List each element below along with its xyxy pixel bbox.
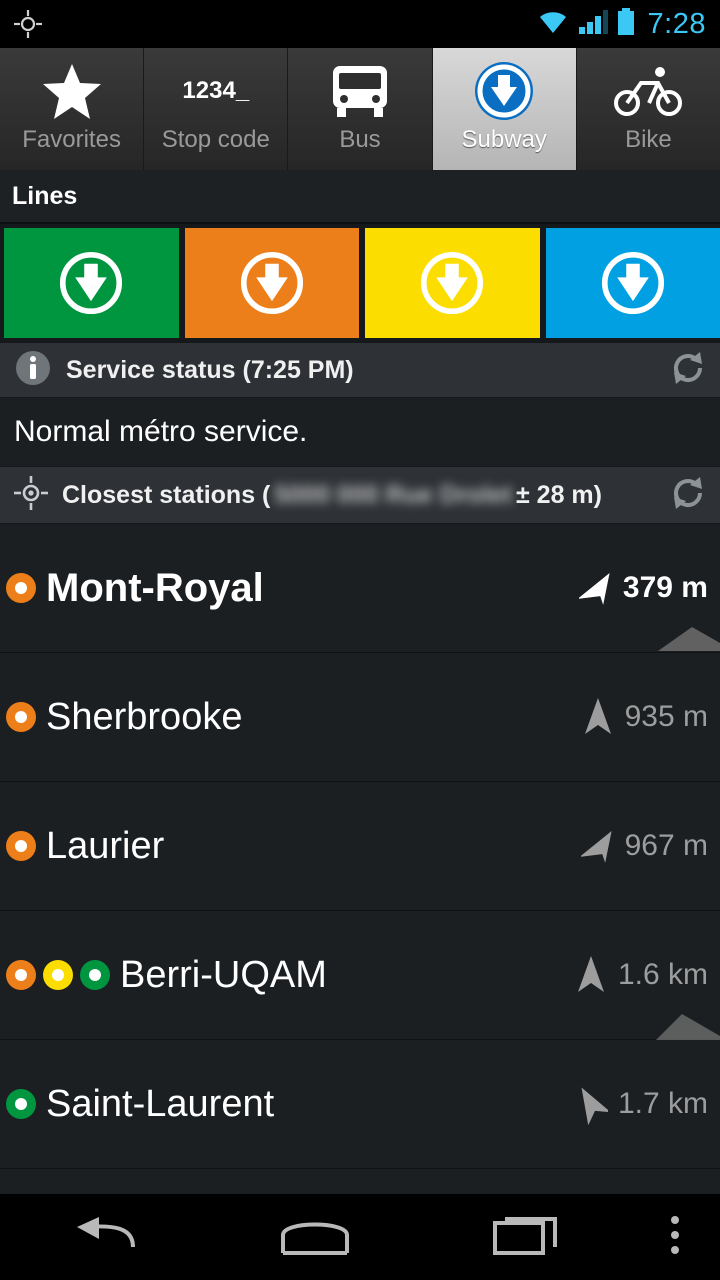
star-icon xyxy=(41,60,103,122)
station-name: Mont-Royal xyxy=(46,565,264,610)
refresh-icon[interactable] xyxy=(670,350,706,391)
bike-icon xyxy=(613,60,683,122)
station-distance: 1.6 km xyxy=(617,958,708,991)
overflow-menu-icon xyxy=(670,1215,680,1260)
line-dots xyxy=(6,960,110,990)
cellular-signal-icon xyxy=(578,9,608,40)
lines-row xyxy=(0,224,720,342)
station-name: Laurier xyxy=(46,824,165,867)
distance-wrap: 1.6 km xyxy=(574,955,708,995)
distance-wrap: 379 m xyxy=(578,568,708,608)
wifi-icon xyxy=(537,9,569,40)
line-orange-button[interactable] xyxy=(184,228,359,338)
line-dots xyxy=(6,831,36,861)
closest-stations-title: Closest stations (5000 000 Rue Drolet ± 2… xyxy=(62,481,602,510)
subway-metro-icon xyxy=(60,251,123,315)
scroll-edge-marker xyxy=(658,617,720,656)
line-dot-orange xyxy=(6,831,36,861)
tab-subway[interactable]: Subway xyxy=(432,48,577,170)
station-row[interactable]: Sherbrooke 935 m xyxy=(0,653,720,782)
tab-stop-code[interactable]: 1234_ Stop code xyxy=(144,48,289,170)
direction-arrow-icon xyxy=(578,568,613,608)
subway-metro-icon xyxy=(601,251,664,315)
clock: 7:28 xyxy=(647,7,706,40)
tab-label: Bus xyxy=(339,126,381,153)
line-dot-orange xyxy=(6,573,36,603)
distance-wrap: 1.7 km xyxy=(574,1084,708,1125)
tab-label: Favorites xyxy=(22,126,121,153)
direction-arrow-icon xyxy=(581,697,615,737)
tab-label: Stop code xyxy=(161,126,270,153)
refresh-icon[interactable] xyxy=(670,475,706,516)
closest-address-redacted: 5000 000 Rue Drolet xyxy=(274,480,512,509)
bus-icon xyxy=(327,60,393,122)
closest-title-suffix: ± 28 m) xyxy=(516,480,602,509)
subway-metro-icon xyxy=(240,251,303,315)
line-dot-yellow xyxy=(43,960,73,990)
tab-label: Subway xyxy=(461,126,547,153)
app-screen: 7:28 Favorites 1234_ Stop code Bus Subwa… xyxy=(0,0,720,1280)
direction-arrow-icon xyxy=(574,1084,608,1125)
gps-fix-icon xyxy=(14,10,42,38)
station-name: Berri-UQAM xyxy=(120,953,327,996)
line-yellow-button[interactable] xyxy=(365,228,540,338)
lines-section-header: Lines xyxy=(0,170,720,224)
recents-icon xyxy=(491,1213,559,1262)
line-dot-orange xyxy=(6,702,36,732)
station-distance: 379 m xyxy=(622,571,708,604)
status-bar-left xyxy=(14,10,42,38)
closest-stations-strip: Closest stations (5000 000 Rue Drolet ± 2… xyxy=(0,466,720,524)
main-tab-bar: Favorites 1234_ Stop code Bus Subway Bik… xyxy=(0,48,720,170)
line-dot-green xyxy=(80,960,110,990)
service-status-title: Service status (7:25 PM) xyxy=(66,355,354,384)
station-row[interactable]: Mont-Royal 379 m xyxy=(0,524,720,653)
subway-metro-icon xyxy=(473,60,535,122)
back-arrow-icon xyxy=(73,1213,137,1262)
distance-wrap: 967 m xyxy=(580,826,708,866)
distance-wrap: 935 m xyxy=(581,697,708,737)
keypad-icon-text: 1234_ xyxy=(182,77,250,104)
service-status-message: Normal métro service. xyxy=(14,415,308,448)
station-name: Sherbrooke xyxy=(46,695,243,738)
line-dot-green xyxy=(6,1089,36,1119)
line-dots xyxy=(6,1089,36,1119)
station-row[interactable]: Saint-Laurent 1.7 km xyxy=(0,1040,720,1169)
tab-bike[interactable]: Bike xyxy=(576,48,720,170)
station-row[interactable]: Laurier 967 m xyxy=(0,782,720,911)
line-dot-orange xyxy=(6,960,36,990)
home-button[interactable] xyxy=(210,1213,420,1262)
gps-fix-icon xyxy=(14,475,48,515)
recents-button[interactable] xyxy=(420,1213,630,1262)
line-green-button[interactable] xyxy=(4,228,179,338)
station-distance: 935 m xyxy=(624,700,708,733)
service-status-strip: Service status (7:25 PM) xyxy=(0,342,720,398)
station-row[interactable]: Berri-UQAM 1.6 km xyxy=(0,911,720,1040)
station-distance: 967 m xyxy=(624,829,708,862)
tab-bus[interactable]: Bus xyxy=(288,48,433,170)
keypad-1234-icon: 1234_ xyxy=(182,60,249,122)
line-dots xyxy=(6,573,36,603)
closest-title-prefix: Closest stations ( xyxy=(62,480,271,509)
direction-arrow-icon xyxy=(574,955,608,995)
subway-metro-icon xyxy=(421,251,484,315)
status-bar-right: 7:28 xyxy=(537,7,706,41)
info-icon xyxy=(14,349,52,392)
back-button[interactable] xyxy=(0,1213,210,1262)
system-navigation-bar xyxy=(0,1194,720,1280)
station-name: Saint-Laurent xyxy=(46,1082,275,1125)
overflow-menu-button[interactable] xyxy=(630,1215,720,1260)
status-bar: 7:28 xyxy=(0,0,720,48)
line-blue-button[interactable] xyxy=(545,228,720,338)
service-status-body: Normal métro service. xyxy=(0,398,720,466)
direction-arrow-icon xyxy=(580,826,615,866)
closest-stations-list: Mont-Royal 379 m Sherbrooke 935 m Laurie… xyxy=(0,524,720,1169)
station-distance: 1.7 km xyxy=(617,1087,708,1120)
tab-favorites[interactable]: Favorites xyxy=(0,48,145,170)
line-dots xyxy=(6,702,36,732)
battery-icon xyxy=(617,7,635,41)
tab-label: Bike xyxy=(625,126,672,153)
home-icon xyxy=(279,1213,351,1262)
